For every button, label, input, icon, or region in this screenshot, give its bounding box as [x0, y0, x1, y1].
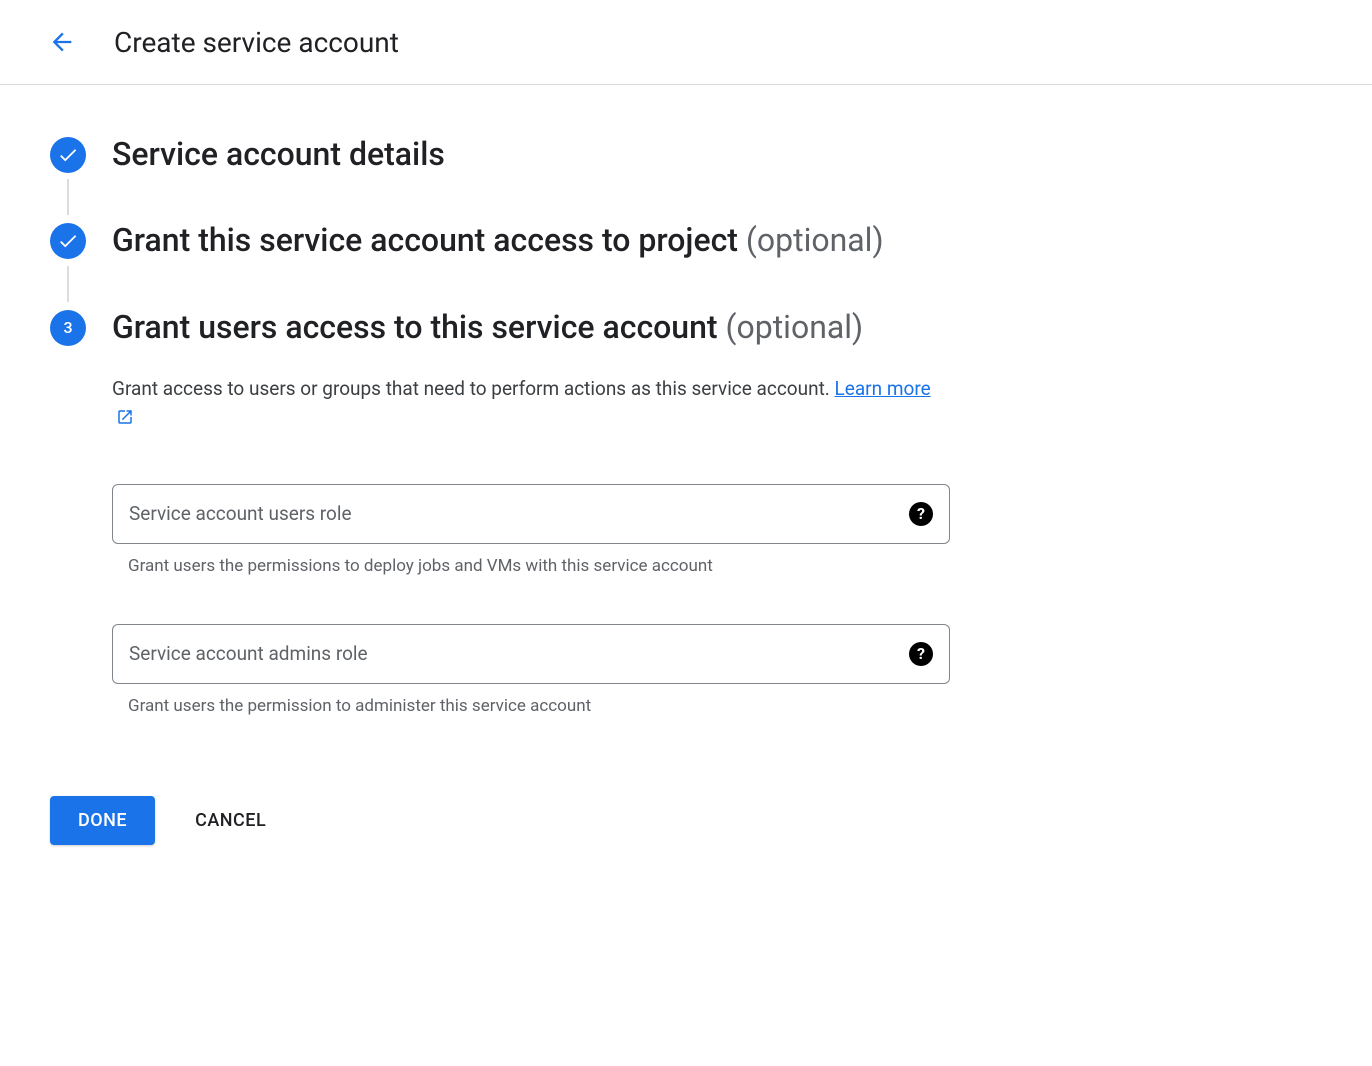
step-3-content: Grant users access to this service accou…: [112, 308, 950, 716]
users-role-group: ? Grant users the permissions to deploy …: [112, 484, 950, 576]
step-3-title-text: Grant users access to this service accou…: [112, 308, 718, 346]
step-3-indicator: 3: [50, 310, 86, 346]
page-title: Create service account: [114, 26, 399, 59]
main-content: Service account details Grant this servi…: [0, 85, 1000, 895]
step-3: 3 Grant users access to this service acc…: [50, 308, 950, 716]
step-1-title: Service account details: [112, 135, 950, 173]
step-3-number: 3: [63, 318, 72, 337]
step-2-content: Grant this service account access to pro…: [112, 221, 950, 259]
step-connector-1: [67, 179, 69, 215]
back-button[interactable]: [40, 20, 84, 64]
admins-role-group: ? Grant users the permission to administ…: [112, 624, 950, 716]
help-icon[interactable]: ?: [909, 642, 933, 666]
cancel-button[interactable]: CANCEL: [195, 810, 266, 831]
admins-role-wrapper: ?: [112, 624, 950, 684]
step-3-optional: (optional): [726, 308, 864, 346]
learn-more-link[interactable]: Learn more: [835, 377, 931, 400]
check-icon: [57, 144, 79, 166]
page-header: Create service account: [0, 0, 1372, 85]
step-3-description: Grant access to users or groups that nee…: [112, 374, 950, 436]
step-1-content: Service account details: [112, 135, 950, 173]
step-2-optional: (optional): [746, 221, 884, 259]
external-link-icon: [116, 405, 134, 435]
step-3-description-text: Grant access to users or groups that nee…: [112, 377, 830, 400]
users-role-helper: Grant users the permissions to deploy jo…: [112, 556, 950, 576]
admins-role-input[interactable]: [129, 642, 909, 665]
step-2: Grant this service account access to pro…: [50, 221, 950, 259]
done-button[interactable]: DONE: [50, 796, 155, 845]
users-role-input[interactable]: [129, 502, 909, 525]
users-role-wrapper: ?: [112, 484, 950, 544]
check-icon: [57, 230, 79, 252]
step-2-title: Grant this service account access to pro…: [112, 221, 950, 259]
step-3-title: Grant users access to this service accou…: [112, 308, 950, 346]
step-2-title-text: Grant this service account access to pro…: [112, 221, 738, 259]
step-1: Service account details: [50, 135, 950, 173]
action-buttons: DONE CANCEL: [50, 796, 950, 845]
step-1-indicator: [50, 137, 86, 173]
step-2-indicator: [50, 223, 86, 259]
help-icon[interactable]: ?: [909, 502, 933, 526]
arrow-left-icon: [48, 28, 76, 56]
step-connector-2: [67, 266, 69, 302]
admins-role-helper: Grant users the permission to administer…: [112, 696, 950, 716]
